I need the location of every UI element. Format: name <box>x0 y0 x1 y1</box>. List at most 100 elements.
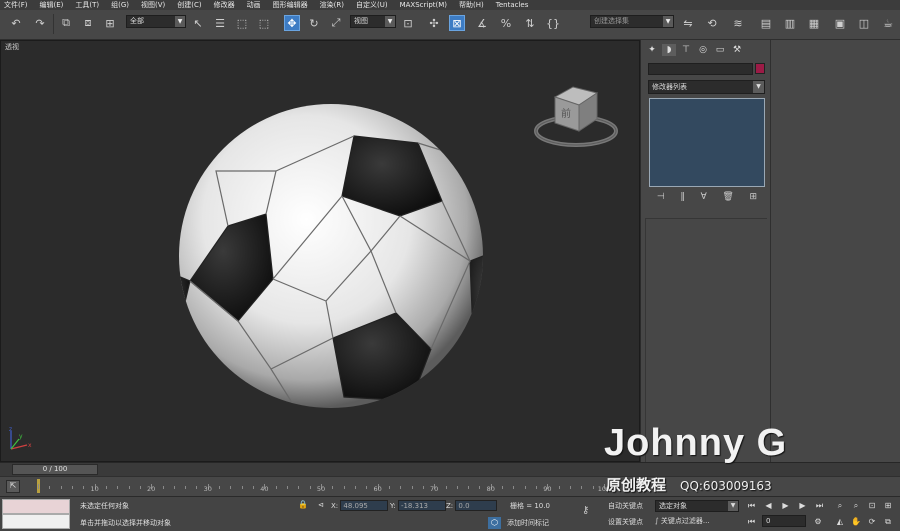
viewport-label[interactable]: 透视 <box>5 42 19 52</box>
render-setup-icon[interactable]: ▣ <box>832 15 848 31</box>
select-and-move-icon[interactable]: ✥ <box>284 15 300 31</box>
schematic-view-icon[interactable]: ▥ <box>782 15 798 31</box>
go-to-end-icon[interactable]: ⏭ <box>813 500 826 512</box>
menu-group[interactable]: 组(G) <box>111 0 129 10</box>
select-object-icon[interactable]: ↖ <box>190 15 206 31</box>
maxscript-macro-recorder[interactable] <box>2 499 70 514</box>
x-coordinate[interactable]: X: 48.095 <box>331 500 389 512</box>
z-coordinate[interactable]: Z: 0.0 <box>446 500 498 512</box>
previous-frame-icon[interactable]: ◀ <box>762 500 775 512</box>
unlink-selection-icon[interactable]: ⧈ <box>80 15 96 31</box>
configure-modifier-sets-icon[interactable]: ⊞ <box>750 192 758 202</box>
pivot-center-icon[interactable]: ⊡ <box>400 15 416 31</box>
y-coordinate[interactable]: Y: -18.313 <box>390 500 446 512</box>
menu-tools[interactable]: 工具(T) <box>75 0 99 10</box>
zoom-all-icon[interactable]: ⌕ <box>850 500 862 511</box>
menu-modifiers[interactable]: 修改器 <box>214 0 235 10</box>
track-ruler[interactable]: 10 20 30 40 50 60 70 80 90 100 <box>38 479 610 493</box>
mirror-icon[interactable]: ⇋ <box>680 15 696 31</box>
spinner-snap-icon[interactable]: ⇅ <box>522 15 538 31</box>
make-unique-icon[interactable]: ∀ <box>701 192 707 202</box>
modifier-stack[interactable] <box>649 98 765 187</box>
edit-named-selection-icon[interactable]: {} <box>545 15 561 31</box>
rendered-frame-window-icon[interactable]: ◫ <box>856 15 872 31</box>
menu-create[interactable]: 创建(C) <box>177 0 201 10</box>
layer-manager-icon[interactable]: ≋ <box>730 15 746 31</box>
menu-graph-editors[interactable]: 图形编辑器 <box>273 0 308 10</box>
auto-key-button[interactable]: 自动关键点 <box>608 501 643 511</box>
window-crossing-icon[interactable]: ⬚ <box>256 15 272 31</box>
menu-maxscript[interactable]: MAXScript(M) <box>400 1 447 9</box>
object-color-swatch[interactable] <box>755 63 765 74</box>
mini-curve-editor-icon[interactable]: ⇱ <box>6 480 20 493</box>
object-name-field[interactable] <box>648 63 753 75</box>
select-manipulate-icon[interactable]: ✣ <box>426 15 442 31</box>
key-filters-button[interactable]: ∫ 关键点过滤器... <box>655 515 710 528</box>
select-and-rotate-icon[interactable]: ↻ <box>306 15 322 31</box>
align-icon[interactable]: ⟲ <box>704 15 720 31</box>
bind-to-space-warp-icon[interactable]: ⊞ <box>102 15 118 31</box>
display-tab-icon[interactable]: ▭ <box>713 44 727 56</box>
absolute-mode-icon[interactable]: ⊲ <box>318 500 324 512</box>
selection-lock-icon[interactable]: 🔒 <box>298 500 308 509</box>
menu-views[interactable]: 视图(V) <box>141 0 165 10</box>
pin-stack-icon[interactable]: ⊣ <box>657 192 665 202</box>
percent-snap-icon[interactable]: % <box>498 15 514 31</box>
zoom-extents-all-icon[interactable]: ⊞ <box>882 500 894 511</box>
create-tab-icon[interactable]: ✦ <box>645 44 659 56</box>
menu-rendering[interactable]: 渲染(R) <box>320 0 344 10</box>
remove-modifier-icon[interactable]: 🗑 <box>722 192 733 202</box>
undo-icon[interactable]: ↶ <box>8 15 24 31</box>
x-value[interactable]: 48.095 <box>340 500 389 511</box>
pan-view-icon[interactable]: ✋ <box>850 516 862 527</box>
utilities-tab-icon[interactable]: ⚒ <box>730 44 744 56</box>
key-mode-toggle-icon[interactable]: ⏮ <box>745 516 758 528</box>
modify-tab-icon[interactable]: ◗ <box>662 44 676 56</box>
soccer-ball[interactable] <box>176 101 486 411</box>
set-key-mode-icon[interactable]: ⚷ <box>582 505 589 516</box>
named-selection-set-dropdown[interactable]: 创建选择集 ▼ <box>590 15 674 28</box>
menu-customize[interactable]: 自定义(U) <box>356 0 388 10</box>
motion-tab-icon[interactable]: ◎ <box>696 44 710 56</box>
modifier-list-dropdown[interactable]: 修改器列表 ▼ <box>648 80 765 94</box>
maximize-viewport-icon[interactable]: ⧉ <box>882 516 894 527</box>
play-icon[interactable]: ▶ <box>779 500 792 512</box>
angle-snap-icon[interactable]: ∡ <box>474 15 490 31</box>
select-by-name-icon[interactable]: ☰ <box>212 15 228 31</box>
material-editor-icon[interactable]: ▦ <box>806 15 822 31</box>
next-frame-icon[interactable]: ▶ <box>796 500 809 512</box>
redo-icon[interactable]: ↷ <box>32 15 48 31</box>
select-and-link-icon[interactable]: ⧉ <box>58 15 74 31</box>
field-of-view-icon[interactable]: ◭ <box>834 516 846 527</box>
go-to-start-icon[interactable]: ⏮ <box>745 500 758 512</box>
add-time-tag[interactable]: ⬡ 添加时间标记 <box>488 516 549 529</box>
reference-coordinate-dropdown[interactable]: 视图 ▼ <box>350 15 396 28</box>
menu-file[interactable]: 文件(F) <box>4 0 28 10</box>
selection-filter-dropdown[interactable]: 全部 ▼ <box>126 15 186 28</box>
hierarchy-tab-icon[interactable]: ⊤ <box>679 44 693 56</box>
selected-objects-dropdown[interactable]: 选定对象 ▼ <box>655 500 739 512</box>
z-value[interactable]: 0.0 <box>455 500 498 511</box>
select-and-scale-icon[interactable]: ⤢ <box>328 15 344 31</box>
orbit-icon[interactable]: ⟳ <box>866 516 878 527</box>
menu-tentacles[interactable]: Tentacles <box>496 1 529 9</box>
show-end-result-icon[interactable]: ‖ <box>680 192 685 202</box>
render-production-icon[interactable]: ☕ <box>880 15 896 31</box>
menu-edit[interactable]: 编辑(E) <box>40 0 64 10</box>
time-slider-thumb[interactable]: 0 / 100 <box>12 464 98 475</box>
menu-help[interactable]: 帮助(H) <box>459 0 484 10</box>
rectangular-selection-icon[interactable]: ⬚ <box>234 15 250 31</box>
zoom-extents-icon[interactable]: ⊡ <box>866 500 878 511</box>
maxscript-input[interactable] <box>2 514 70 529</box>
set-key-button[interactable]: 设置关键点 <box>608 517 643 527</box>
current-frame-field[interactable]: 0 <box>762 515 806 527</box>
y-value[interactable]: -18.313 <box>397 500 446 511</box>
time-configuration-icon[interactable]: ⚙ <box>812 516 824 527</box>
zoom-icon[interactable]: ⌕ <box>834 500 846 511</box>
perspective-viewport[interactable]: 透视 前 x z y <box>0 40 640 462</box>
maxscript-listener[interactable] <box>2 499 70 529</box>
menu-animation[interactable]: 动画 <box>247 0 261 10</box>
viewcube[interactable]: 前 <box>531 79 621 159</box>
snap-toggle-icon[interactable]: ⊠ <box>449 15 465 31</box>
curve-editor-icon[interactable]: ▤ <box>758 15 774 31</box>
